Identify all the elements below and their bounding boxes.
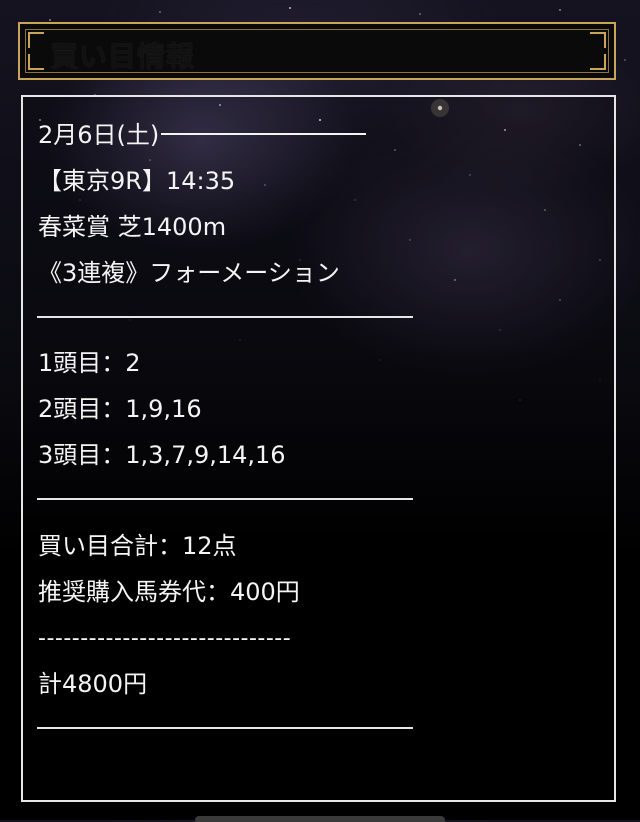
- race-date: 2月6日(土): [38, 121, 160, 149]
- section-header: 買い目情報: [18, 22, 616, 80]
- total-amount: 計4800円: [38, 670, 148, 698]
- corner-ornament: [28, 54, 44, 70]
- divider: [37, 727, 413, 729]
- dashed-separator: ------------------------------: [38, 626, 292, 651]
- corner-ornament: [590, 32, 606, 48]
- selection-first: 1頭目：2: [38, 349, 141, 377]
- race-venue-time: 【東京9R】14:35: [38, 167, 236, 195]
- bet-type: 《3連複》フォーメーション: [38, 259, 340, 287]
- corner-ornament: [590, 54, 606, 70]
- scroll-handle[interactable]: [195, 816, 445, 822]
- corner-ornament: [28, 32, 44, 48]
- race-name: 春菜賞 芝1400m: [38, 213, 227, 241]
- unit-price: 推奨購入馬券代：400円: [38, 578, 300, 606]
- selection-third: 3頭目：1,3,7,9,14,16: [38, 441, 286, 469]
- divider: [37, 498, 413, 500]
- page-title: 買い目情報: [50, 40, 196, 73]
- date-rule: [161, 133, 367, 135]
- race-date-line: 2月6日(土): [38, 120, 367, 150]
- divider: [37, 316, 413, 318]
- total-bets: 買い目合計：12点: [38, 532, 237, 560]
- selection-second: 2頭目：1,9,16: [38, 395, 202, 423]
